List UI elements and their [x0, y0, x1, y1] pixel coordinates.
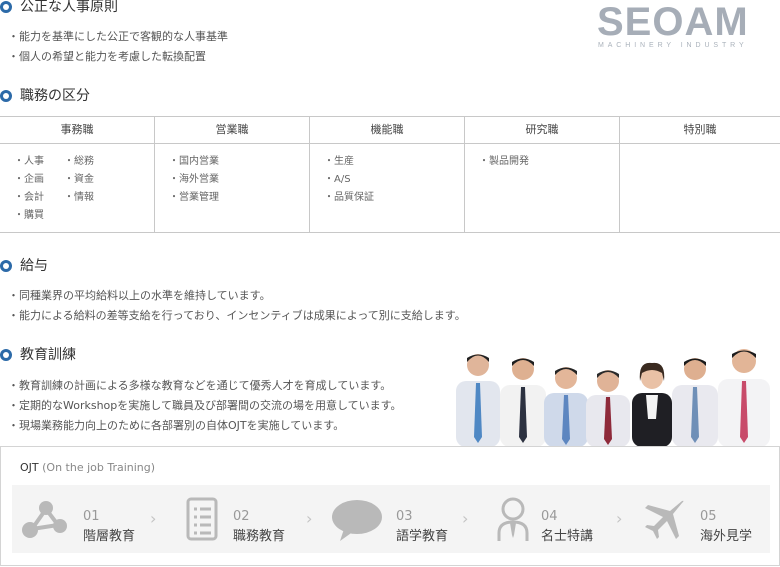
list-item: ・生産 [324, 156, 354, 167]
column-header: 事務職 [0, 117, 155, 143]
staff-group-photo [456, 349, 770, 447]
speech-bubble-icon [332, 500, 382, 541]
list-item: ・国内営業 [169, 156, 219, 167]
principles-line: ・個人の希望と能力を考慮した転換配置 [8, 50, 206, 63]
table-cell-research: ・製品開発 [465, 144, 620, 233]
person-figure [672, 358, 718, 447]
list-item: ・営業管理 [169, 192, 219, 203]
table-header-row: 事務職 営業職 機能職 研究職 特別職 [0, 117, 780, 144]
circle-bullet-icon [0, 349, 12, 361]
ojt-steps-strip: 01 階層教育 › 02 職務教育 › 03 語学教育 › 04 名士特講 › … [12, 485, 770, 553]
list-item: ・海外営業 [169, 174, 219, 185]
list-item: ・資金 [64, 174, 94, 185]
list-item: ・情報 [64, 192, 94, 203]
airplane-icon [645, 500, 684, 539]
person-figure [718, 349, 770, 447]
chevron-right-icon: › [306, 509, 313, 528]
step-label: 海外見学 [700, 529, 753, 544]
list-item: ・総務 [64, 156, 94, 167]
salary-line: ・能力による給料の差等支給を行っており、インセンティブは成果によって別に支給しま… [8, 309, 466, 322]
person-icon [497, 497, 529, 541]
person-figure [456, 354, 500, 447]
ojt-step-language: 03 語学教育 [330, 485, 460, 553]
salary-text: ・同種業界の平均給料以上の水準を維持しています。 ・能力による給料の差等支給を行… [8, 286, 466, 326]
step-number: 04 [541, 509, 558, 524]
column-header: 営業職 [155, 117, 310, 143]
ojt-title: OJT (On the job Training) [20, 461, 155, 474]
training-heading: 教育訓練 [20, 347, 76, 363]
step-label: 職務教育 [233, 529, 286, 544]
network-icon [22, 501, 67, 538]
step-number: 05 [700, 509, 717, 524]
section-title-jobs: 職務の区分 [0, 87, 90, 105]
column-header: 特別職 [683, 123, 717, 136]
training-line: ・定期的なWorkshopを実施して職員及び部署間の交流の場を用意しています。 [8, 399, 402, 412]
person-figure [544, 367, 588, 447]
table-cell-office: ・人事 ・企画 ・会計 ・購買 ・総務 ・資金 ・情報 [0, 144, 155, 233]
step-number: 01 [83, 509, 100, 524]
column-header: 研究職 [465, 117, 620, 143]
training-line: ・現場業務能力向上のために各部署別の自体OJTを実施しています。 [8, 419, 345, 432]
list-item: ・品質保証 [324, 192, 374, 203]
job-classification-table: 事務職 営業職 機能職 研究職 特別職 ・人事 ・企画 ・会計 ・購買 ・総務 … [0, 116, 780, 233]
circle-bullet-icon [0, 90, 12, 102]
ojt-step-overseas: 05 海外見学 [642, 485, 770, 553]
step-label: 名士特講 [541, 529, 594, 544]
circle-bullet-icon [0, 1, 12, 13]
step-number: 03 [396, 509, 413, 524]
principles-line: ・能力を基準にした公正で客観的な人事基準 [8, 30, 228, 43]
ojt-panel: OJT (On the job Training) 01 階層教育 › 02 職… [0, 446, 780, 566]
jobs-heading: 職務の区分 [20, 88, 90, 104]
circle-bullet-icon [0, 260, 12, 272]
salary-line: ・同種業界の平均給料以上の水準を維持しています。 [8, 289, 271, 302]
ojt-step-lecture: 04 名士特講 [496, 485, 616, 553]
company-logo: SEOAM MACHINERY INDUSTRY [597, 2, 780, 54]
training-text: ・教育訓練の計画による多様な教育などを通じて優秀人才を育成しています。 ・定期的… [8, 376, 402, 436]
ojt-step-job: 02 職務教育 [184, 485, 304, 553]
step-number: 02 [233, 509, 250, 524]
list-item: ・製品開発 [479, 156, 529, 167]
table-cell-technical: ・生産 ・A/S ・品質保証 [310, 144, 465, 233]
step-label: 語学教育 [396, 529, 449, 544]
training-line: ・教育訓練の計画による多様な教育などを通じて優秀人才を育成しています。 [8, 379, 392, 392]
section-title-salary: 給与 [0, 257, 48, 275]
list-item: ・A/S [324, 174, 351, 185]
principles-heading: 公正な人事原則 [20, 0, 118, 15]
chevron-right-icon: › [462, 509, 469, 528]
table-body-row: ・人事 ・企画 ・会計 ・購買 ・総務 ・資金 ・情報 ・国内営業 ・海外営業 … [0, 144, 780, 233]
checklist-icon [186, 497, 218, 541]
table-cell-special [620, 144, 780, 233]
section-title-principles: 公正な人事原則 [0, 0, 118, 16]
principles-text: ・能力を基準にした公正で客観的な人事基準 ・個人の希望と能力を考慮した転換配置 [8, 27, 228, 67]
chevron-right-icon: › [616, 509, 623, 528]
salary-heading: 給与 [20, 258, 48, 274]
chevron-right-icon: › [150, 509, 157, 528]
table-cell-sales: ・国内営業 ・海外営業 ・営業管理 [155, 144, 310, 233]
logo-tagline: MACHINERY INDUSTRY [598, 42, 748, 49]
section-title-training: 教育訓練 [0, 346, 76, 364]
step-label: 階層教育 [83, 529, 136, 544]
logo-wordmark: SEOAM [597, 0, 749, 44]
person-figure [500, 358, 546, 447]
column-header: 機能職 [310, 117, 465, 143]
person-figure [632, 362, 672, 447]
person-figure [586, 370, 630, 447]
list-item: ・購買 [14, 210, 44, 221]
ojt-step-hierarchy: 01 階層教育 [20, 485, 140, 553]
ojt-title-sub: (On the job Training) [42, 461, 156, 474]
ojt-title-main: OJT [20, 461, 39, 474]
